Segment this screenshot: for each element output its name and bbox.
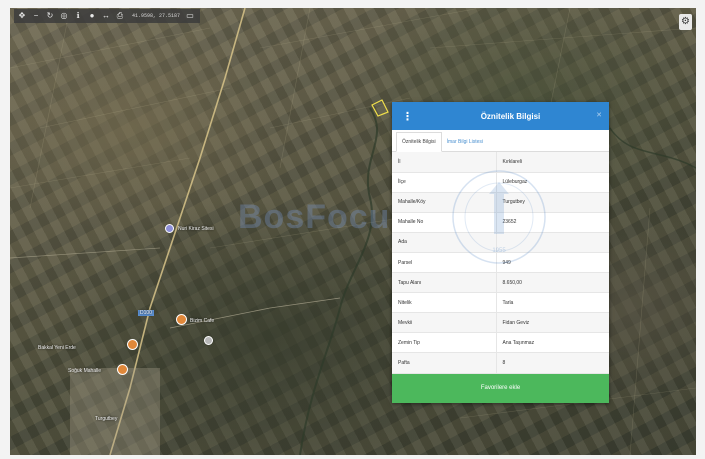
row-value: Fidan Geviz: [496, 312, 609, 334]
row-value: 949: [496, 252, 609, 274]
close-icon[interactable]: ✕: [596, 111, 602, 119]
poi-label: Nuri Kiraz Sitesi: [178, 226, 214, 232]
crosshair-icon[interactable]: ✥: [18, 11, 26, 21]
table-row: Zemin Tip Ana Taşınmaz: [392, 332, 609, 354]
row-value: Ana Taşınmaz: [496, 332, 609, 354]
fullscreen-icon[interactable]: ▭: [186, 11, 194, 21]
row-key: Pafta: [392, 352, 497, 374]
panel-title: Öznitelik Bilgisi: [480, 111, 541, 121]
table-row: Pafta 8: [392, 352, 609, 374]
table-row: İl Kırklareli: [392, 152, 609, 173]
panel-tabs: Öznitelik Bilgisi İmar Bilgi Listesi: [392, 130, 609, 152]
add-to-favorites-button[interactable]: Favorilere ekle: [392, 374, 609, 403]
attribute-table: İl Kırklareli İlçe Lüleburgaz Mahalle/Köy T…: [392, 152, 609, 374]
location-pin[interactable]: [176, 314, 187, 325]
poi-label: Soğuk Mahalle: [68, 368, 102, 374]
table-row: Mahalle No 23652: [392, 212, 609, 233]
row-value: 23652: [496, 212, 609, 233]
panel-header: ⋮ Öznitelik Bilgisi ✕: [392, 102, 609, 130]
row-value: 8: [496, 352, 609, 374]
watermark-logo: BosFocus: [238, 198, 411, 236]
row-key: İl: [392, 152, 497, 173]
ruler-icon[interactable]: ↔: [102, 11, 110, 21]
row-key: Parsel: [392, 252, 497, 274]
town-label: Turgutbey: [95, 416, 118, 422]
refresh-icon[interactable]: ↻: [46, 11, 54, 21]
table-row: Mahalle/Köy Turgutbey: [392, 192, 609, 213]
tab-attributes[interactable]: Öznitelik Bilgisi: [396, 132, 442, 152]
road-sign: D100: [138, 310, 154, 316]
location-pin[interactable]: [117, 364, 128, 375]
poi-marker[interactable]: [204, 336, 213, 345]
location-icon[interactable]: ◎: [60, 11, 68, 21]
table-row: Tapu Alanı 8.650,00: [392, 272, 609, 294]
row-key: Zemin Tip: [392, 332, 497, 354]
tab-zoning-list[interactable]: İmar Bilgi Listesi: [442, 133, 488, 151]
row-key: Nitelik: [392, 292, 497, 314]
poi-label: Bizim Cafe: [190, 318, 215, 324]
table-row: Ada: [392, 232, 609, 253]
print-icon[interactable]: ⎙: [116, 11, 124, 21]
row-value: [496, 232, 609, 253]
table-row: Parsel 949: [392, 252, 609, 274]
poi-marker[interactable]: [165, 224, 174, 233]
attribute-panel: ⋮ Öznitelik Bilgisi ✕ Öznitelik Bilgisi …: [392, 102, 609, 403]
row-value: Tarla: [496, 292, 609, 314]
row-value: Turgutbey: [496, 192, 609, 213]
settings-icon[interactable]: ⚙: [679, 14, 692, 30]
table-row: Mevkii Fidan Geviz: [392, 312, 609, 334]
poi-label: Bakkal Yeni Erde: [38, 345, 76, 351]
table-row: İlçe Lüleburgaz: [392, 172, 609, 193]
app-frame: ✥ − ↻ ◎ ℹ ● ↔ ⎙ 41.9598, 27.5187 ▭ ⚙ Nur…: [0, 0, 705, 459]
location-pin[interactable]: [127, 339, 138, 350]
more-menu-icon[interactable]: ⋮: [402, 110, 413, 123]
row-value: Kırklareli: [496, 152, 609, 173]
row-value: 8.650,00: [496, 272, 609, 294]
row-key: Tapu Alanı: [392, 272, 497, 294]
row-key: Mevkii: [392, 312, 497, 334]
minus-icon[interactable]: −: [32, 11, 40, 21]
row-value: Lüleburgaz: [496, 172, 609, 193]
map-toolbar: ✥ − ↻ ◎ ℹ ● ↔ ⎙ 41.9598, 27.5187 ▭: [14, 9, 200, 23]
info-icon[interactable]: ℹ: [74, 11, 82, 21]
row-key: Ada: [392, 232, 497, 253]
row-key: Mahalle No: [392, 212, 497, 233]
coordinate-readout: 41.9598, 27.5187: [132, 13, 181, 19]
row-key: Mahalle/Köy: [392, 192, 497, 213]
row-key: İlçe: [392, 172, 497, 193]
pin-icon[interactable]: ●: [88, 11, 96, 21]
table-row: Nitelik Tarla: [392, 292, 609, 314]
